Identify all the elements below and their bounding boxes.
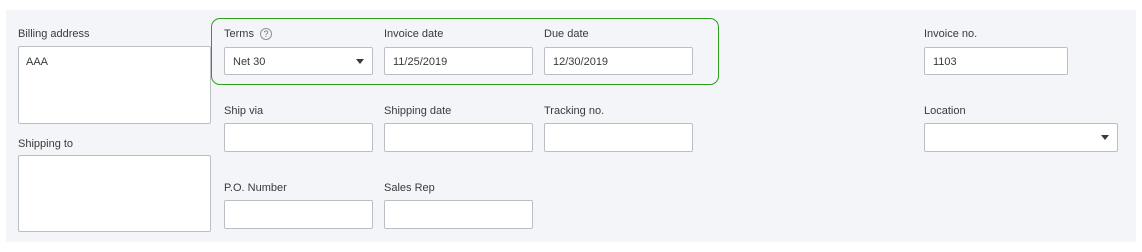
- tracking-no-field[interactable]: [544, 123, 693, 152]
- po-number-label: P.O. Number: [224, 182, 287, 194]
- sales-rep-label: Sales Rep: [384, 182, 435, 194]
- location-label: Location: [924, 105, 966, 117]
- location-select[interactable]: [924, 123, 1118, 152]
- invoice-no-value: 1103: [933, 56, 957, 68]
- ship-via-field[interactable]: [224, 123, 373, 152]
- billing-address-label: Billing address: [18, 28, 90, 40]
- invoice-no-field[interactable]: 1103: [924, 47, 1068, 75]
- shipping-date-field[interactable]: [384, 123, 533, 152]
- billing-address-value: AAA: [26, 56, 49, 68]
- po-number-field[interactable]: [224, 200, 373, 229]
- invoice-no-label: Invoice no.: [924, 28, 978, 40]
- billing-address-field[interactable]: AAA: [18, 46, 211, 124]
- tracking-no-label: Tracking no.: [544, 105, 605, 117]
- chevron-down-icon: [1101, 135, 1109, 140]
- sales-rep-field[interactable]: [384, 200, 533, 229]
- ship-via-label: Ship via: [224, 105, 264, 117]
- terms-dates-highlight: [211, 18, 719, 85]
- shipping-to-label: Shipping to: [18, 138, 74, 150]
- shipping-to-field[interactable]: [18, 155, 211, 232]
- shipping-date-label: Shipping date: [384, 105, 452, 117]
